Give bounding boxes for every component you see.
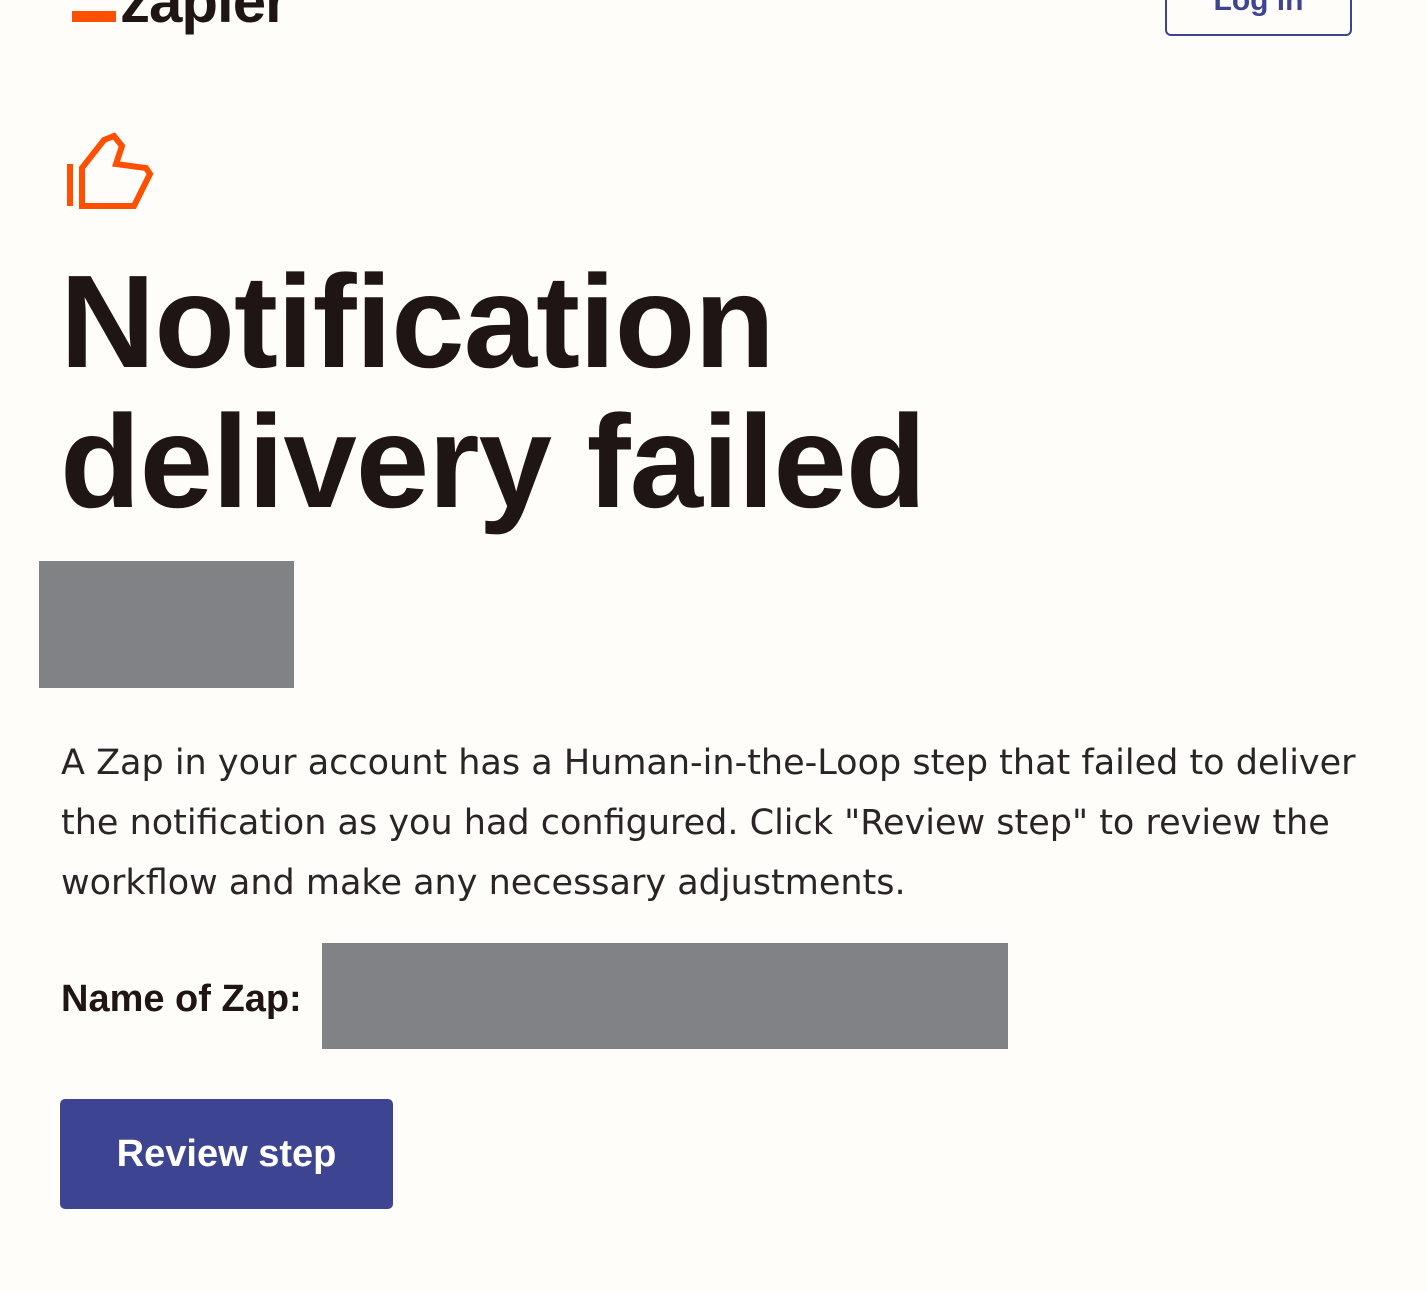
page-title-line-1: Notification	[60, 248, 775, 395]
zapier-logo[interactable]: zapier	[72, 0, 288, 35]
redacted-block	[39, 561, 294, 688]
page-title: Notification delivery failed	[60, 252, 1360, 532]
page-title-line-2: delivery failed	[60, 388, 926, 535]
logo-underscore-mark	[72, 11, 116, 22]
logo-text: zapier	[120, 0, 288, 35]
message-body: A Zap in your account has a Human-in-the…	[61, 743, 1356, 903]
zap-name-label: Name of Zap:	[61, 978, 302, 1020]
login-button[interactable]: Log in	[1165, 0, 1352, 36]
review-step-button[interactable]: Review step	[60, 1099, 393, 1209]
thumbs-up-icon	[67, 132, 154, 209]
redacted-zap-name	[322, 943, 1008, 1049]
page-header: zapier Log in	[0, 0, 1427, 60]
